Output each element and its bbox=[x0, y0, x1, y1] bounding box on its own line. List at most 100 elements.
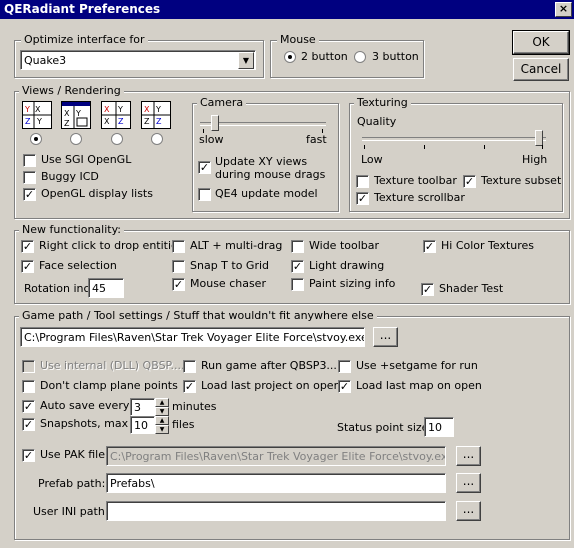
user-ini-input[interactable] bbox=[106, 501, 446, 521]
use-sgi-label: Use SGI OpenGL bbox=[41, 153, 132, 166]
rotation-input[interactable]: 45 bbox=[88, 278, 124, 298]
load-map-label: Load last map on open bbox=[356, 379, 482, 392]
use-sgi-checkbox[interactable] bbox=[23, 154, 36, 167]
status-point-input[interactable]: 10 bbox=[424, 417, 454, 437]
quality-low-label: Low bbox=[361, 153, 383, 166]
svg-text:X: X bbox=[35, 105, 41, 114]
load-project-label: Load last project on open bbox=[201, 379, 341, 392]
svg-text:X: X bbox=[64, 109, 70, 118]
use-internal-checkbox[interactable] bbox=[22, 360, 35, 373]
setgame-label: Use +setgame for run bbox=[356, 359, 478, 372]
snap-t-checkbox[interactable] bbox=[172, 260, 185, 273]
status-point-label: Status point size: bbox=[337, 421, 433, 434]
prefab-browse-button[interactable]: ... bbox=[456, 473, 481, 493]
update-xy-checkbox[interactable]: ✓ bbox=[198, 161, 211, 174]
layout-2-icon[interactable]: XYZ bbox=[61, 101, 91, 129]
quality-high-label: High bbox=[522, 153, 548, 166]
mouse-3button-radio[interactable] bbox=[354, 51, 366, 63]
qe4-update-label: QE4 update model bbox=[215, 187, 318, 200]
shader-test-checkbox[interactable]: ✓ bbox=[421, 283, 434, 296]
snapshots-label: Snapshots, max bbox=[40, 417, 129, 430]
face-selection-checkbox[interactable]: ✓ bbox=[21, 260, 34, 273]
right-click-checkbox[interactable]: ✓ bbox=[21, 240, 34, 253]
dont-clamp-checkbox[interactable] bbox=[22, 380, 35, 393]
texture-toolbar-checkbox[interactable] bbox=[356, 175, 369, 188]
svg-text:Y: Y bbox=[155, 105, 161, 114]
texture-subset-checkbox[interactable]: ✓ bbox=[463, 175, 476, 188]
game-path-input[interactable]: C:\Program Files\Raven\Star Trek Voyager… bbox=[20, 327, 365, 347]
layout-4-radio[interactable] bbox=[151, 133, 163, 145]
buggy-icd-checkbox[interactable] bbox=[23, 171, 36, 184]
snapshots-checkbox[interactable]: ✓ bbox=[22, 418, 35, 431]
autosave-input[interactable]: 3 bbox=[130, 398, 155, 416]
update-xy-label: Update XY views during mouse drags bbox=[215, 155, 326, 181]
mouse-2button-label: 2 button bbox=[301, 50, 348, 63]
cancel-button[interactable]: Cancel bbox=[513, 58, 569, 81]
load-map-checkbox[interactable]: ✓ bbox=[338, 380, 351, 393]
svg-text:Y: Y bbox=[75, 109, 81, 118]
svg-text:Z: Z bbox=[156, 117, 162, 126]
texture-toolbar-label: Texture toolbar bbox=[374, 174, 457, 187]
close-icon[interactable]: × bbox=[555, 2, 572, 17]
layout-2-radio[interactable] bbox=[70, 133, 82, 145]
camera-legend: Camera bbox=[197, 96, 247, 109]
optimize-dropdown[interactable]: Quake3 ▼ bbox=[20, 50, 256, 70]
layout-1-icon[interactable]: YXZY bbox=[22, 101, 52, 129]
qe4-update-checkbox[interactable] bbox=[198, 188, 211, 201]
layout-3-radio[interactable] bbox=[111, 133, 123, 145]
user-ini-browse-button[interactable]: ... bbox=[456, 501, 481, 521]
spin-down-icon[interactable]: ▼ bbox=[155, 425, 169, 434]
layout-4-icon[interactable]: XYZZ bbox=[141, 101, 171, 129]
camera-speed-slider[interactable] bbox=[211, 115, 219, 131]
load-project-checkbox[interactable]: ✓ bbox=[183, 380, 196, 393]
autosave-checkbox[interactable]: ✓ bbox=[22, 400, 35, 413]
layout-1-radio[interactable] bbox=[30, 133, 42, 145]
chevron-down-icon[interactable]: ▼ bbox=[238, 52, 254, 69]
svg-text:X: X bbox=[104, 105, 110, 114]
quality-tick-3 bbox=[542, 145, 543, 149]
use-internal-label: Use internal (DLL) QBSP.... bbox=[40, 359, 185, 372]
pak-browse-button[interactable]: ... bbox=[456, 446, 481, 466]
display-lists-label: OpenGL display lists bbox=[41, 187, 153, 200]
newfunc-legend: New functionality: bbox=[19, 223, 125, 236]
optimize-legend: Optimize interface for bbox=[21, 33, 148, 46]
display-lists-checkbox[interactable]: ✓ bbox=[23, 188, 36, 201]
snapshots-input[interactable]: 10 bbox=[130, 416, 155, 434]
ok-button[interactable]: OK bbox=[512, 30, 570, 55]
user-ini-label: User INI path: bbox=[33, 505, 109, 518]
prefab-path-input[interactable]: Prefabs\ bbox=[106, 473, 446, 493]
game-path-browse-button[interactable]: ... bbox=[373, 327, 398, 347]
mouse-chaser-checkbox[interactable]: ✓ bbox=[172, 278, 185, 291]
quality-label: Quality bbox=[357, 115, 397, 128]
svg-text:Y: Y bbox=[117, 105, 123, 114]
quality-slider[interactable] bbox=[535, 130, 543, 146]
paint-sizing-checkbox[interactable] bbox=[291, 278, 304, 291]
run-game-label: Run game after QBSP3... bbox=[201, 359, 337, 372]
quality-track[interactable] bbox=[362, 137, 546, 141]
mouse-2button-radio[interactable] bbox=[284, 51, 296, 63]
setgame-checkbox[interactable] bbox=[338, 360, 351, 373]
spin-down-icon[interactable]: ▼ bbox=[155, 407, 169, 416]
svg-text:Y: Y bbox=[24, 105, 30, 114]
texture-scrollbar-checkbox[interactable]: ✓ bbox=[356, 192, 369, 205]
pak-path-input[interactable]: C:\Program Files\Raven\Star Trek Voyager… bbox=[106, 446, 446, 466]
autosave-spinner[interactable]: ▲ ▼ bbox=[155, 398, 169, 416]
snapshots-spinner[interactable]: ▲ ▼ bbox=[155, 416, 169, 434]
optimize-value: Quake3 bbox=[24, 54, 67, 67]
spin-up-icon[interactable]: ▲ bbox=[155, 416, 169, 425]
spin-up-icon[interactable]: ▲ bbox=[155, 398, 169, 407]
svg-text:Z: Z bbox=[118, 117, 124, 126]
quality-tick-1 bbox=[424, 145, 425, 149]
alt-drag-label: ALT + multi-drag bbox=[190, 239, 283, 252]
snapshots-value: 10 bbox=[134, 419, 148, 432]
light-drawing-checkbox[interactable]: ✓ bbox=[291, 260, 304, 273]
use-pak-checkbox[interactable]: ✓ bbox=[22, 449, 35, 462]
alt-drag-checkbox[interactable] bbox=[172, 240, 185, 253]
run-game-checkbox[interactable] bbox=[183, 360, 196, 373]
pak-path-value: C:\Program Files\Raven\Star Trek Voyager… bbox=[110, 450, 446, 463]
svg-text:Z: Z bbox=[25, 117, 31, 126]
layout-3-icon[interactable]: XYXZ bbox=[101, 101, 131, 129]
gamepath-legend: Game path / Tool settings / Stuff that w… bbox=[19, 309, 377, 322]
hi-color-checkbox[interactable]: ✓ bbox=[423, 240, 436, 253]
wide-toolbar-checkbox[interactable] bbox=[291, 240, 304, 253]
